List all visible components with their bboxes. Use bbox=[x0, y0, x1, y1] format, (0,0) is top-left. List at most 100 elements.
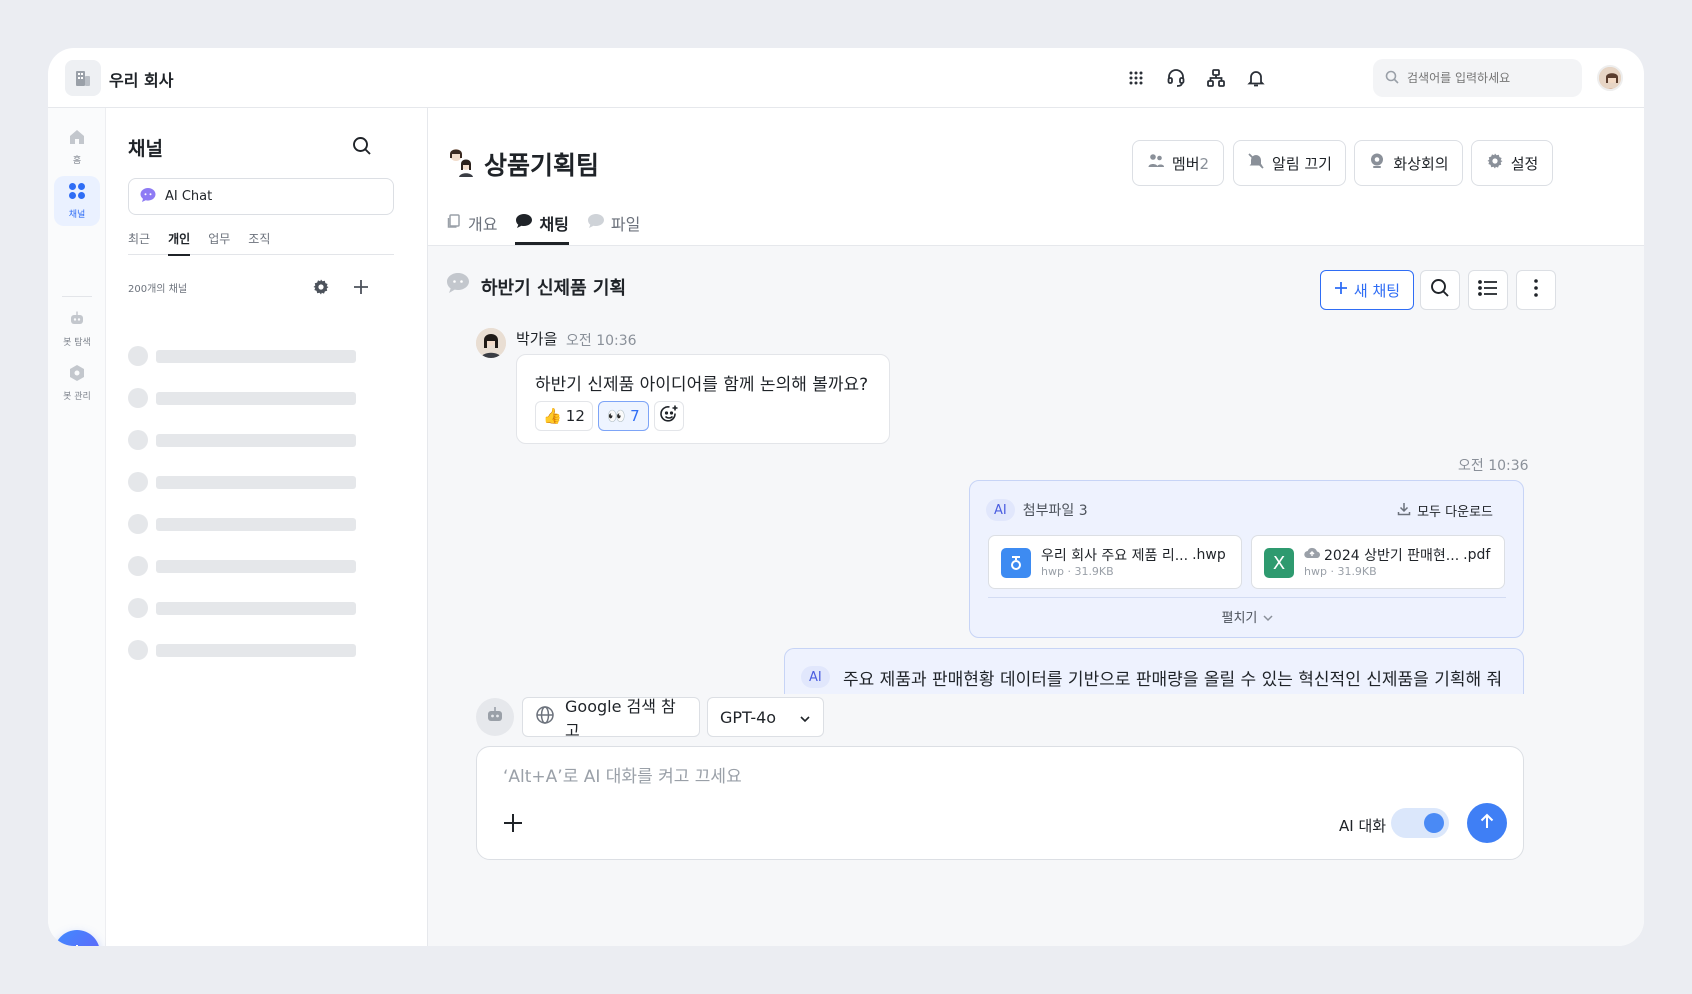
thread-bubble-icon bbox=[446, 272, 470, 298]
tab-chat[interactable]: 채팅 bbox=[515, 208, 570, 245]
file-name-text: 2024 상반기 판매현... bbox=[1324, 548, 1460, 564]
thread-more-button[interactable] bbox=[1516, 270, 1556, 310]
chevron-down-icon bbox=[799, 708, 811, 727]
user-avatar[interactable] bbox=[1597, 65, 1623, 91]
file-ext: .hwp bbox=[1192, 547, 1226, 563]
file-card[interactable]: X 2024 상반기 판매현... .pdf hwp · 31.9KB bbox=[1251, 535, 1505, 589]
tab-recent[interactable]: 최근 bbox=[128, 230, 150, 255]
ai-badge: AI bbox=[801, 666, 830, 688]
message-time: 오전 10:36 bbox=[566, 333, 637, 349]
settings-button[interactable]: 설정 bbox=[1471, 140, 1553, 186]
mute-notifications-button[interactable]: 알림 끄기 bbox=[1233, 140, 1346, 186]
attach-plus-button[interactable] bbox=[501, 811, 525, 835]
thread-title: 하반기 신제품 기획 bbox=[481, 278, 627, 299]
rail-label: 봇 관리 bbox=[63, 392, 91, 402]
headset-icon[interactable] bbox=[1164, 66, 1188, 90]
file-card[interactable]: 우리 회사 주요 제품 리... .hwp hwp · 31.9KB bbox=[988, 535, 1242, 589]
company-name: 우리 회사 bbox=[109, 71, 174, 90]
tab-files[interactable]: 파일 bbox=[587, 208, 640, 238]
model-select[interactable]: GPT-4o bbox=[707, 697, 824, 737]
search-icon bbox=[1385, 69, 1399, 88]
rail-item-bot-explore[interactable]: 봇 탐색 bbox=[54, 304, 100, 354]
gear-icon bbox=[1486, 152, 1504, 174]
bot-icon bbox=[68, 310, 86, 331]
message-input[interactable] bbox=[503, 767, 1303, 787]
ai-toggle[interactable] bbox=[1391, 808, 1449, 838]
ai-chat-item[interactable]: AI Chat bbox=[128, 178, 394, 215]
bot-settings-icon bbox=[68, 364, 86, 385]
apps-grid-icon[interactable] bbox=[1124, 66, 1148, 90]
channel-search-icon[interactable] bbox=[352, 136, 372, 160]
model-label: GPT-4o bbox=[720, 707, 777, 727]
file-name: 우리 회사 주요 제품 리... .hwp bbox=[1041, 545, 1226, 565]
video-pin-icon bbox=[1368, 152, 1386, 174]
rail-item-bot-manage[interactable]: 봇 관리 bbox=[54, 358, 100, 408]
members-button[interactable]: 멤버2 bbox=[1132, 140, 1224, 186]
main-panel: 상품기획팀 멤버2 알림 끄기 화상회의 설정 개요 채팅 파일 하반기 신제품… bbox=[428, 108, 1644, 946]
plus-icon bbox=[68, 942, 86, 946]
reaction-count: 7 bbox=[630, 407, 640, 425]
tab-personal[interactable]: 개인 bbox=[168, 230, 191, 256]
bell-off-icon bbox=[1247, 152, 1265, 174]
top-bar: 우리 회사 bbox=[48, 48, 1644, 108]
global-search[interactable] bbox=[1373, 59, 1582, 97]
chat-area: 하반기 신제품 기획 새 채팅 박가을 오전 10:36 하반기 신제품 아이디… bbox=[428, 245, 1644, 946]
new-chat-label: 새 채팅 bbox=[1353, 281, 1401, 300]
eyes-emoji: 👀 bbox=[607, 407, 627, 425]
ai-prompt-text: 주요 제품과 판매현황 데이터를 기반으로 판매량을 올릴 수 있는 혁신적인 … bbox=[843, 670, 1503, 690]
rail-item-channels[interactable]: 채널 bbox=[54, 176, 100, 226]
app-window: 우리 회사 홈 bbox=[48, 48, 1644, 946]
tab-organization[interactable]: 조직 bbox=[248, 230, 270, 255]
home-icon bbox=[68, 128, 86, 149]
ai-chat-label: AI Chat bbox=[165, 189, 213, 204]
cloud-upload-icon bbox=[1304, 546, 1321, 564]
rail-item-home[interactable]: 홈 bbox=[54, 122, 100, 172]
channel-skeleton-row bbox=[128, 598, 376, 618]
tab-overview[interactable]: 개요 bbox=[446, 208, 497, 238]
expand-label: 펼치기 bbox=[1221, 611, 1258, 626]
thread-search-button[interactable] bbox=[1420, 270, 1460, 310]
tab-work[interactable]: 업무 bbox=[208, 230, 230, 255]
mute-label: 알림 끄기 bbox=[1272, 154, 1332, 173]
channel-skeleton-row bbox=[128, 430, 376, 450]
bell-icon[interactable] bbox=[1244, 66, 1268, 90]
company-logo-icon[interactable] bbox=[65, 60, 101, 96]
avatar[interactable] bbox=[476, 328, 506, 358]
google-search-ref-button[interactable]: Google 검색 참고 bbox=[522, 697, 700, 740]
download-all-label: 모두 다운로드 bbox=[1417, 505, 1493, 520]
arrow-up-icon bbox=[1478, 812, 1496, 834]
expand-button[interactable]: 펼치기 bbox=[970, 607, 1525, 626]
attachments-header: AI 첨부파일 3 bbox=[986, 499, 1088, 521]
search-icon bbox=[1430, 278, 1450, 302]
panel-title: 채널 bbox=[128, 138, 163, 160]
rail-label: 채널 bbox=[68, 210, 86, 220]
chevron-down-icon bbox=[1262, 611, 1274, 626]
attachments-card: AI 첨부파일 3 모두 다운로드 우리 회사 주요 제품 리... .hwp … bbox=[969, 480, 1524, 638]
new-chat-button[interactable]: 새 채팅 bbox=[1320, 270, 1414, 310]
ai-prompt-bubble: AI 주요 제품과 판매현황 데이터를 기반으로 판매량을 올릴 수 있는 혁신… bbox=[784, 648, 1524, 694]
rail-divider bbox=[62, 296, 92, 297]
org-chart-icon[interactable] bbox=[1204, 66, 1228, 90]
chat-bubble-icon bbox=[587, 213, 605, 233]
gear-icon[interactable] bbox=[312, 278, 330, 300]
channel-skeleton-row bbox=[128, 388, 376, 408]
video-meeting-button[interactable]: 화상회의 bbox=[1354, 140, 1463, 186]
add-channel-icon[interactable] bbox=[352, 278, 370, 300]
global-search-input[interactable] bbox=[1407, 71, 1567, 85]
channel-skeleton-row bbox=[128, 556, 376, 576]
send-button[interactable] bbox=[1467, 803, 1507, 843]
file-meta: hwp · 31.9KB bbox=[1041, 565, 1114, 578]
reaction-count: 12 bbox=[565, 407, 585, 425]
add-reaction-button[interactable] bbox=[654, 401, 684, 431]
channel-skeleton-row bbox=[128, 346, 376, 366]
message-composer: AI 대화 bbox=[476, 746, 1524, 860]
reaction-thumbs-up[interactable]: 👍 12 bbox=[535, 401, 593, 431]
channel-skeleton-row bbox=[128, 514, 376, 534]
create-fab-button[interactable] bbox=[54, 930, 100, 946]
download-all-button[interactable]: 모두 다운로드 bbox=[1397, 501, 1493, 520]
bot-avatar[interactable] bbox=[476, 698, 514, 736]
reaction-eyes[interactable]: 👀 7 bbox=[598, 401, 649, 431]
thread-list-button[interactable] bbox=[1468, 270, 1508, 310]
message-time: 오전 10:36 bbox=[1458, 458, 1529, 474]
team-avatars-icon bbox=[446, 146, 478, 178]
